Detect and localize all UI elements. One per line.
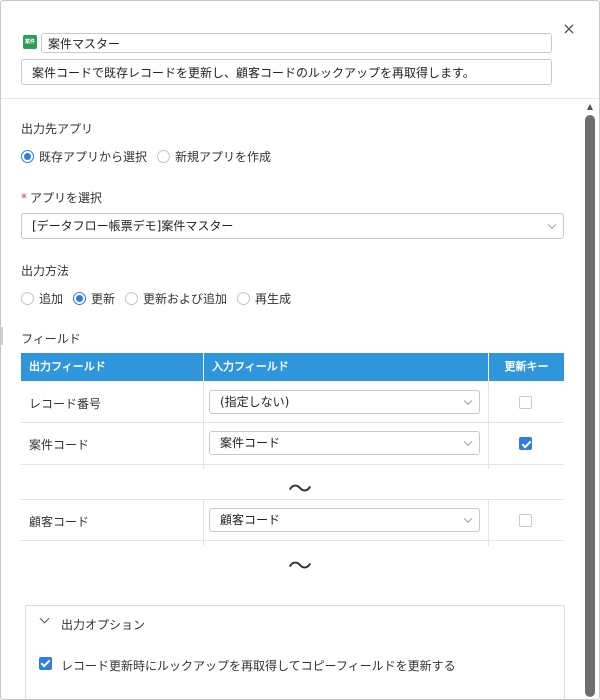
radio-label: 既存アプリから選択 [39,150,148,164]
dialog-header: × 案件 [1,1,599,99]
output-app-label: 出力先アプリ [21,122,94,136]
radio-label: 再生成 [255,292,292,306]
update-key-checkbox-checked[interactable] [519,437,532,450]
radio-unchecked-icon[interactable] [125,292,139,305]
chevron-down-icon [463,437,473,447]
input-field-select[interactable]: (指定しない) [209,390,480,414]
app-select-value: [データフロー帳票デモ]案件マスター [32,219,234,233]
output-options-label[interactable]: 出力オプション [61,616,145,633]
close-icon[interactable]: × [561,21,577,37]
select-app-label-text: アプリを選択 [30,191,103,205]
fields-table-header: 出力フィールド 入力フィールド 更新キー [21,353,564,381]
radio-label: 新規アプリを作成 [175,150,272,164]
input-field-select[interactable]: 案件コード [209,431,480,455]
chevron-down-icon [463,396,473,406]
column-divider [488,500,489,546]
table-row: 案件コード 案件コード [21,423,564,469]
output-method-label: 出力方法 [21,264,70,278]
fields-label: フィールド [21,332,81,346]
output-field-name: レコード番号 [29,397,102,411]
scroll-up-icon[interactable]: ▲ [585,102,595,112]
radio-checked-icon[interactable] [21,150,34,163]
radio-unchecked-icon[interactable] [21,292,34,305]
app-icon: 案件 [23,35,37,49]
radio-checked-icon[interactable] [73,292,87,305]
column-divider [488,381,489,423]
radio-regenerate[interactable]: 再生成 [237,290,291,307]
column-divider [203,423,204,469]
output-method-radio-group: 追加 更新 更新および追加 再生成 [21,290,301,307]
lookup-refresh-checkbox-checked[interactable] [39,657,52,670]
dialog: × 案件 ▲ 出力先アプリ 既存アプリから選択 新規アプリを作成 *アプリを選択… [0,0,600,700]
app-select[interactable]: [データフロー帳票デモ]案件マスター [21,213,564,239]
column-header-input: 入力フィールド [203,353,488,381]
radio-label: 追加 [39,292,64,306]
output-field-name: 顧客コード [29,515,90,529]
column-divider [488,423,489,469]
required-mark: * [21,191,27,205]
title-input[interactable] [41,33,552,53]
table-row: レコード番号 (指定しない) [21,381,564,423]
column-header-output: 出力フィールド [29,360,106,373]
chevron-down-icon [547,220,557,230]
lookup-refresh-checkbox-label: レコード更新時にルックアップを再取得してコピーフィールドを更新する [61,659,456,673]
column-header-update-key: 更新キー [488,353,564,381]
radio-label: 更新および追加 [143,292,228,306]
description-input[interactable] [21,59,552,85]
radio-update[interactable]: 更新 [73,290,115,307]
input-field-select[interactable]: 顧客コード [209,508,480,532]
radio-unchecked-icon[interactable] [157,150,171,163]
input-field-value: (指定しない) [220,395,290,409]
column-divider [203,381,204,423]
radio-update-and-add[interactable]: 更新および追加 [125,290,227,307]
update-key-checkbox[interactable] [519,514,532,527]
input-field-value: 顧客コード [220,513,281,527]
input-field-value: 案件コード [220,436,281,450]
radio-unchecked-icon[interactable] [237,292,251,305]
update-key-checkbox[interactable] [519,396,532,409]
omission-mark: 〜 [288,552,312,580]
radio-new-app[interactable]: 新規アプリを作成 [157,148,271,165]
column-divider [203,500,204,546]
radio-label: 更新 [91,292,116,306]
select-app-label: * アプリを選択 [21,189,102,206]
chevron-down-icon [463,514,473,524]
radio-existing-app[interactable]: 既存アプリから選択 [21,148,147,165]
scrollbar-thumb[interactable] [585,115,595,697]
left-edge-marker [1,327,3,345]
table-row: 顧客コード 顧客コード [21,499,564,546]
output-app-radio-group: 既存アプリから選択 新規アプリを作成 [21,148,281,165]
output-field-name: 案件コード [29,438,90,452]
radio-add[interactable]: 追加 [21,290,63,307]
